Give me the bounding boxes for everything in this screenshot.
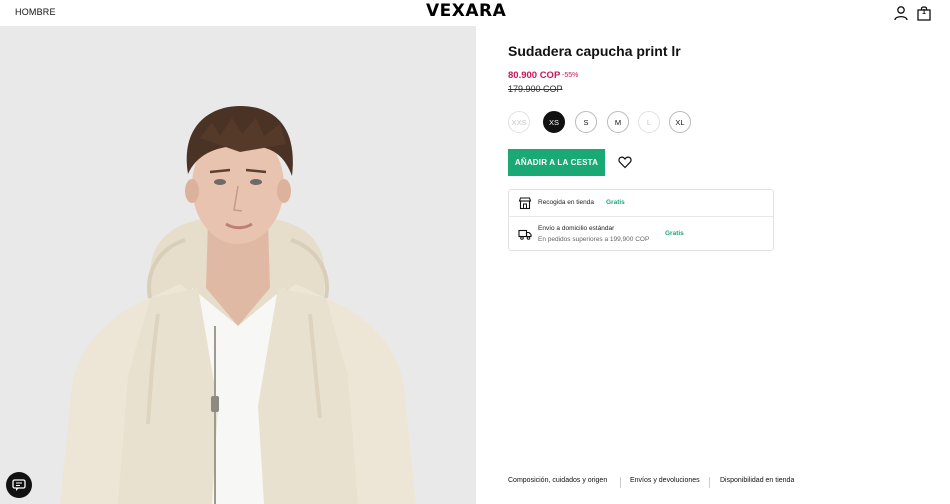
store-pickup-label: Recogida en tienda bbox=[538, 199, 595, 206]
product-title: Sudadera capucha print lr bbox=[508, 43, 681, 59]
shipping-returns-link[interactable]: Envíos y devoluciones bbox=[630, 477, 700, 484]
link-divider bbox=[620, 477, 621, 488]
site-header: HOMBRE VEXARA 1 bbox=[0, 0, 950, 26]
shipping-options: Recogida en tienda Gratis Envío a domici… bbox=[508, 189, 774, 251]
home-delivery-note: En pedidos superiores a 199,900 COP bbox=[538, 236, 650, 243]
user-icon[interactable] bbox=[893, 5, 909, 21]
product-image[interactable] bbox=[0, 26, 476, 504]
original-price: 179.900 COP bbox=[508, 84, 563, 94]
nav-link-hombre[interactable]: HOMBRE bbox=[15, 7, 56, 17]
add-to-cart-button[interactable]: AÑADIR A LA CESTA bbox=[508, 149, 605, 176]
composition-link[interactable]: Composición, cuidados y origen bbox=[508, 477, 607, 484]
store-availability-link[interactable]: Disponibilidad en tienda bbox=[720, 477, 794, 484]
size-option-m[interactable]: M bbox=[607, 111, 629, 133]
home-delivery-price: Gratis bbox=[665, 230, 684, 237]
chat-button[interactable] bbox=[6, 472, 32, 498]
model-photo bbox=[0, 26, 476, 504]
current-price: 80.900 COP bbox=[508, 70, 561, 81]
size-option-xs[interactable]: XS bbox=[543, 111, 565, 133]
truck-icon bbox=[518, 229, 532, 240]
home-delivery-label: Envío a domicilio estándar bbox=[538, 225, 615, 232]
store-pickup-row: Recogida en tienda Gratis bbox=[509, 190, 773, 217]
heart-icon[interactable] bbox=[618, 155, 632, 169]
bag-count-badge: 1 bbox=[922, 9, 926, 16]
size-option-xl[interactable]: XL bbox=[669, 111, 691, 133]
link-divider bbox=[709, 477, 710, 488]
size-option-l: L bbox=[638, 111, 660, 133]
store-icon bbox=[518, 197, 532, 210]
home-delivery-row: Envío a domicilio estándar En pedidos su… bbox=[509, 217, 773, 250]
size-option-s[interactable]: S bbox=[575, 111, 597, 133]
store-pickup-price: Gratis bbox=[606, 199, 625, 206]
discount-badge: -55% bbox=[562, 72, 579, 79]
brand-logo[interactable]: VEXARA bbox=[426, 1, 506, 21]
chat-icon bbox=[12, 479, 26, 491]
size-option-xxs: XXS bbox=[508, 111, 530, 133]
